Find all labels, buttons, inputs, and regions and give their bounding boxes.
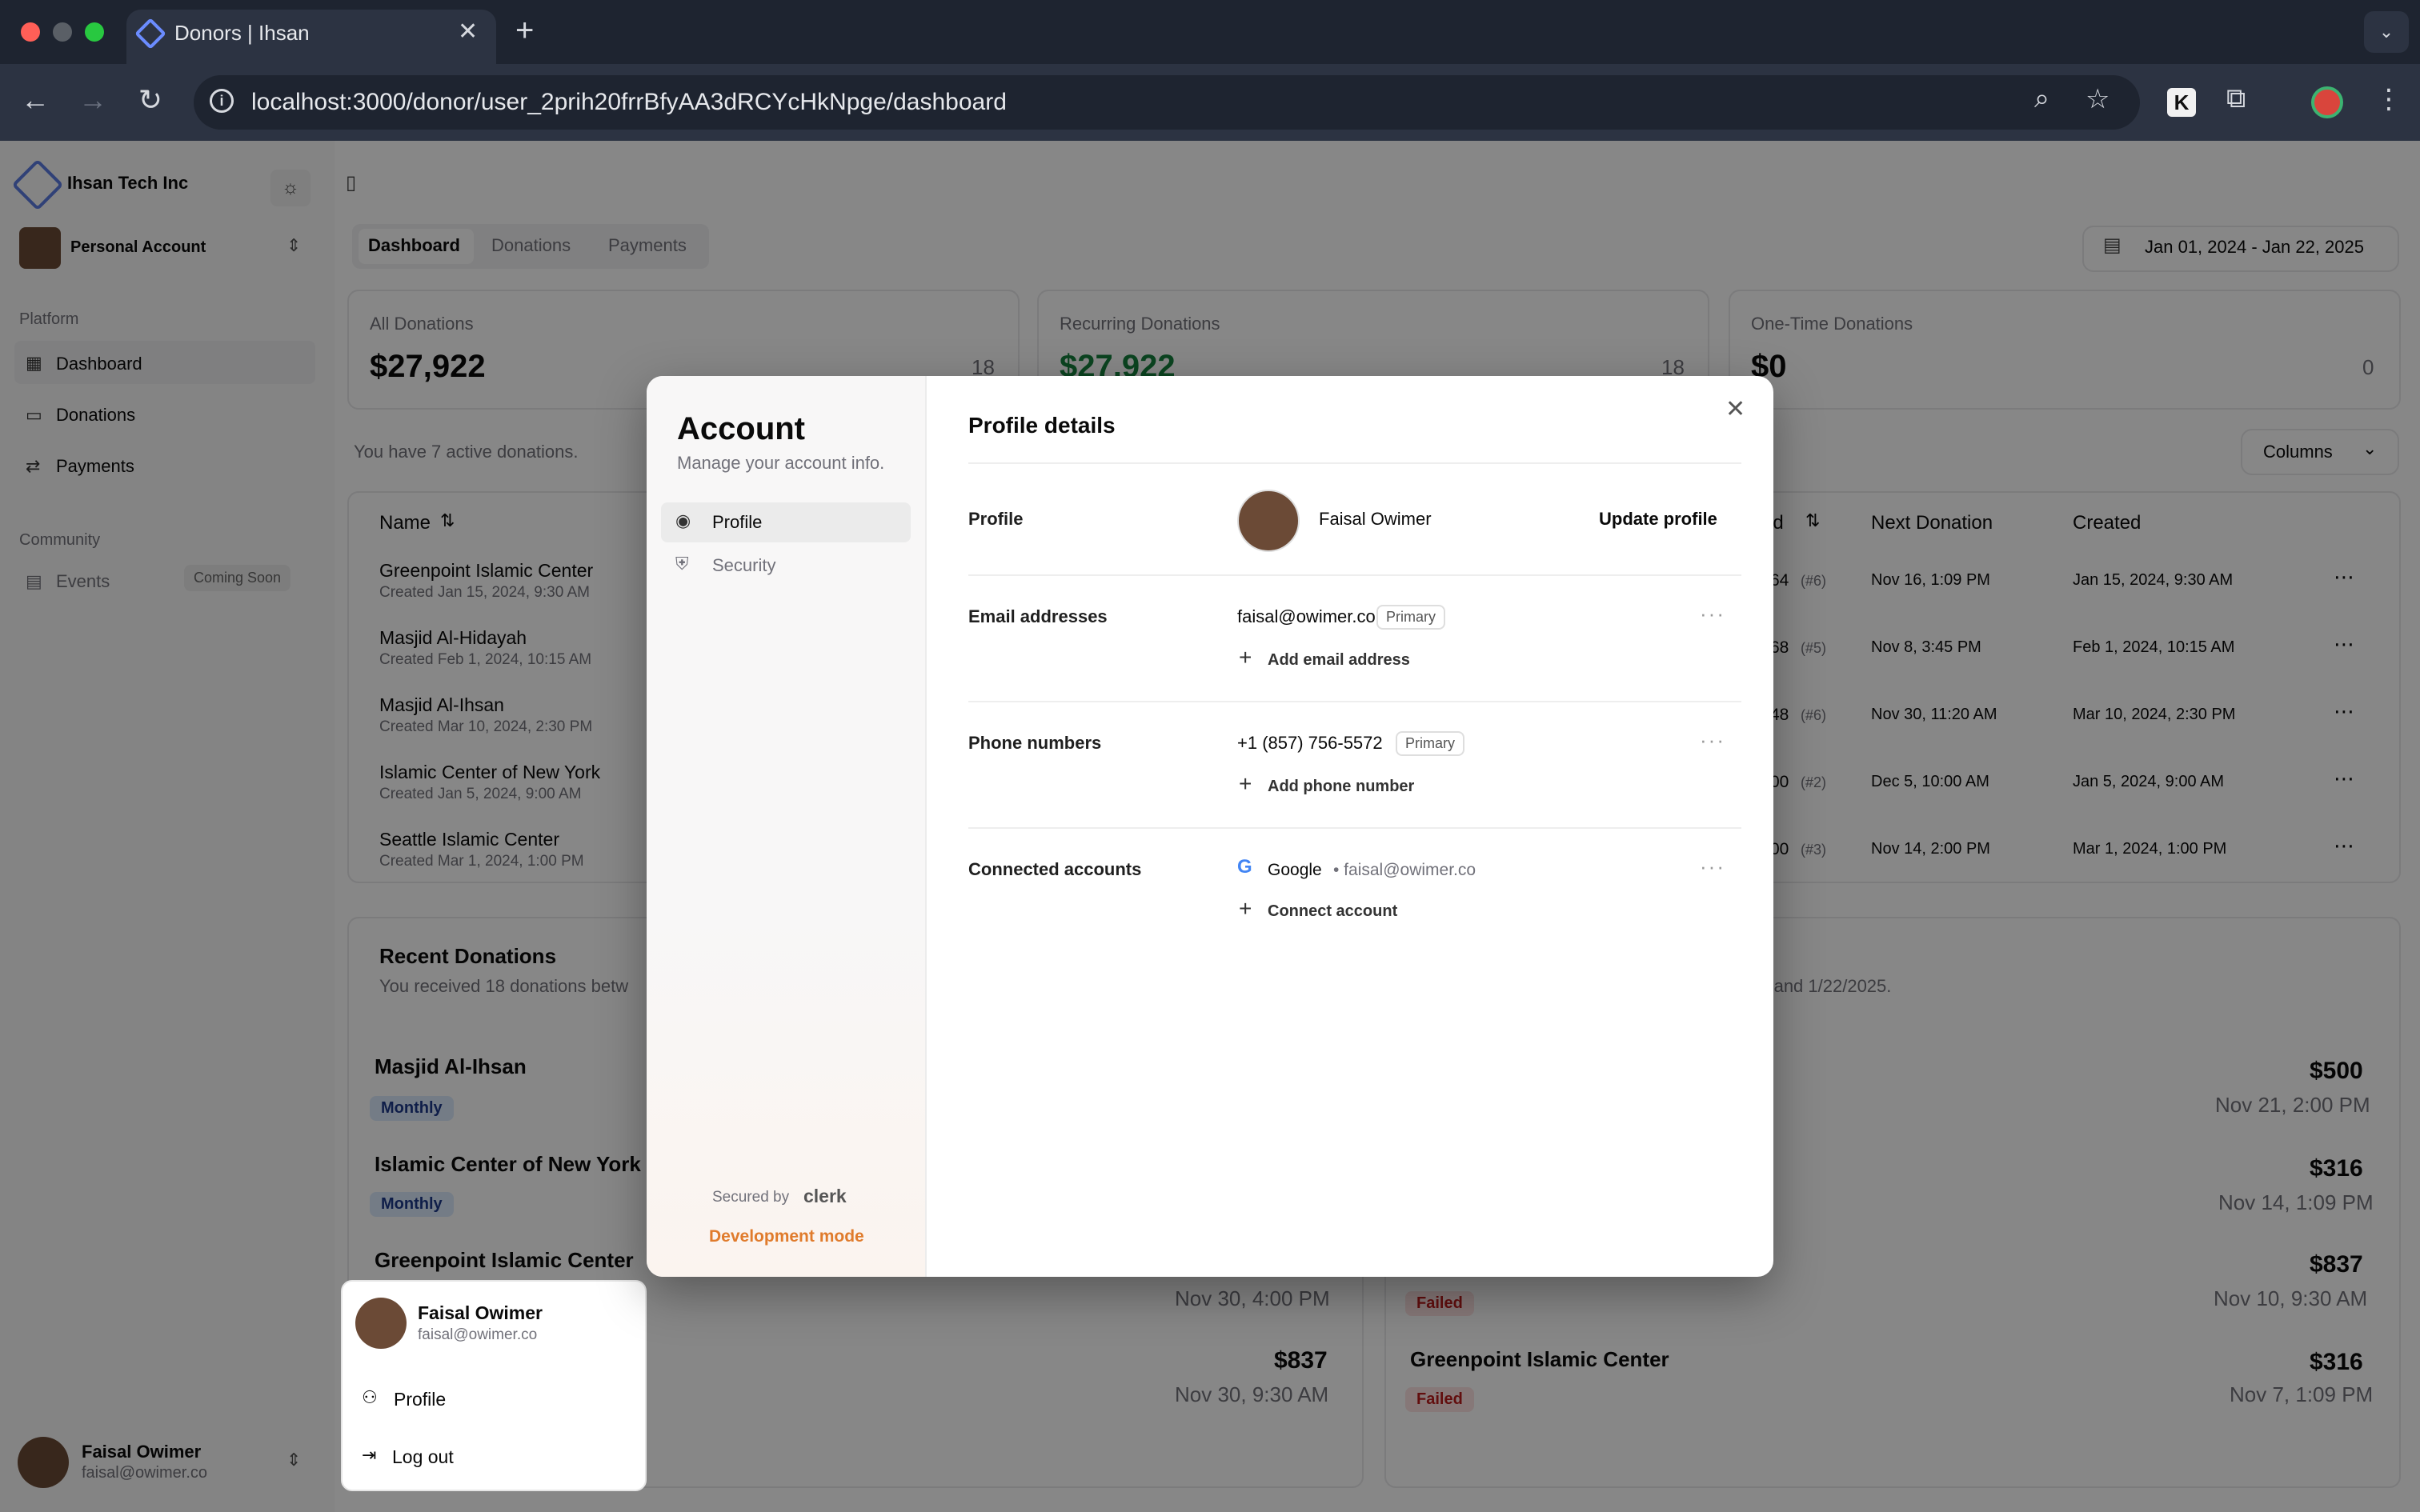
forward-icon[interactable]: → — [74, 83, 112, 117]
shield-icon: ⛨ — [675, 554, 689, 574]
phone-label: Phone numbers — [968, 733, 1102, 753]
add-email-button[interactable]: Add email address — [1268, 651, 1410, 670]
logout-icon: ⇥ — [362, 1445, 377, 1465]
user-menu-logout[interactable]: Log out — [392, 1446, 454, 1468]
person-icon: ⚇ — [362, 1387, 378, 1407]
google-email: • faisal@owimer.co — [1333, 861, 1476, 879]
profile-avatar-icon[interactable] — [2311, 86, 2343, 118]
email-label: Email addresses — [968, 606, 1108, 626]
divider — [968, 462, 1741, 464]
phone-value: +1 (857) 756-5572 — [1237, 733, 1383, 753]
profile-name: Faisal Owimer — [1319, 509, 1432, 529]
browser-menu-icon[interactable]: ⋮ — [2375, 83, 2402, 115]
close-window-button[interactable] — [21, 22, 40, 42]
tab-search-icon[interactable]: ⌄ — [2364, 11, 2409, 53]
divider — [968, 574, 1741, 576]
phone-more-icon[interactable]: ··· — [1700, 728, 1725, 753]
account-modal: Account Manage your account info. ◉ Prof… — [647, 376, 1773, 1277]
connect-account-button[interactable]: Connect account — [1268, 902, 1397, 921]
add-phone-button[interactable]: Add phone number — [1268, 778, 1414, 796]
email-more-icon[interactable]: ··· — [1700, 602, 1725, 626]
modal-nav-profile[interactable] — [661, 502, 911, 542]
user-menu-name: Faisal Owimer — [418, 1302, 543, 1323]
google-icon: G — [1237, 856, 1252, 878]
profile-details-heading: Profile details — [968, 413, 1116, 438]
modal-nav-profile-label: Profile — [712, 512, 763, 532]
modal-nav-security[interactable]: Security — [712, 555, 775, 576]
connected-label: Connected accounts — [968, 859, 1142, 879]
site-info-icon[interactable]: i — [210, 89, 234, 113]
user-menu-email: faisal@owimer.co — [418, 1326, 538, 1343]
dev-mode-label: Development mode — [709, 1227, 864, 1246]
new-tab-icon[interactable]: + — [515, 13, 534, 49]
user-menu-profile[interactable]: Profile — [394, 1389, 446, 1410]
back-icon[interactable]: ← — [16, 83, 54, 117]
user-menu-avatar — [355, 1298, 407, 1349]
tab-close-icon[interactable]: ✕ — [458, 18, 478, 46]
url-text[interactable]: localhost:3000/donor/user_2prih20frrBfyA… — [251, 89, 1007, 116]
plus-icon: + — [1239, 896, 1252, 921]
zoom-icon[interactable]: ⌕ — [2034, 83, 2049, 114]
divider — [968, 827, 1741, 829]
profile-label: Profile — [968, 509, 1024, 529]
secured-by-text: Secured by — [712, 1189, 790, 1206]
primary-badge: Primary — [1376, 605, 1445, 630]
close-icon[interactable]: ✕ — [1725, 395, 1745, 423]
divider — [968, 701, 1741, 702]
minimize-window-button[interactable] — [53, 22, 72, 42]
clerk-logo: clerk — [803, 1186, 847, 1206]
google-label: Google — [1268, 861, 1322, 879]
reload-icon[interactable]: ↻ — [131, 83, 170, 117]
update-profile-button[interactable]: Update profile — [1599, 509, 1717, 530]
extension-k-icon[interactable]: K — [2167, 88, 2196, 117]
modal-subtitle: Manage your account info. — [677, 453, 885, 473]
connected-more-icon[interactable]: ··· — [1700, 854, 1725, 879]
modal-title: Account — [677, 411, 805, 446]
profile-icon: ◉ — [675, 510, 691, 530]
tab-title: Donors | Ihsan — [174, 21, 310, 45]
maximize-window-button[interactable] — [85, 22, 104, 42]
plus-icon: + — [1239, 645, 1252, 670]
primary-badge: Primary — [1396, 731, 1464, 756]
email-value: faisal@owimer.co — [1237, 606, 1376, 626]
extensions-puzzle-icon[interactable]: ⧉ — [2226, 83, 2246, 114]
profile-avatar — [1237, 490, 1300, 552]
bookmark-star-icon[interactable]: ☆ — [2085, 83, 2109, 115]
plus-icon: + — [1239, 771, 1252, 796]
